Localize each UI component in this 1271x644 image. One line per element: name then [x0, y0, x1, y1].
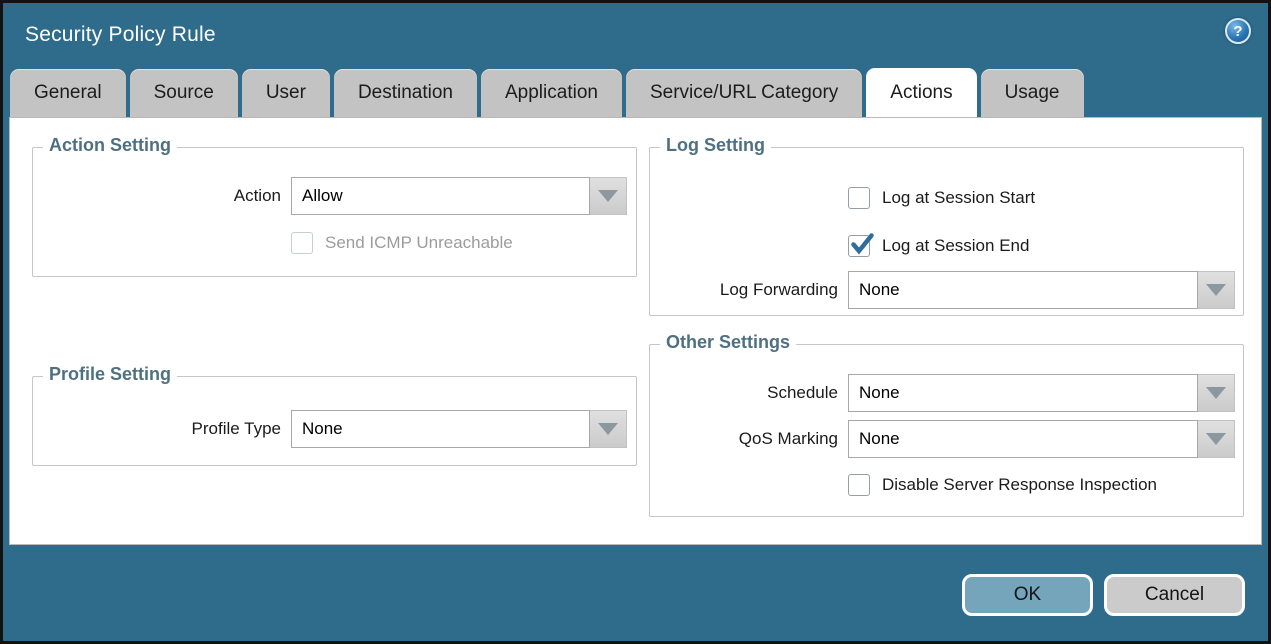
profile-type-dropdown[interactable]: None: [291, 410, 627, 448]
log-at-session-end-checkbox[interactable]: [848, 235, 870, 257]
qos-marking-dropdown[interactable]: None: [848, 420, 1235, 458]
dialog-footer: OK Cancel: [962, 574, 1245, 616]
log-forwarding-label: Log Forwarding: [650, 280, 848, 300]
tab-application[interactable]: Application: [481, 69, 622, 117]
titlebar: Security Policy Rule ?: [3, 3, 1268, 69]
security-policy-rule-dialog: Security Policy Rule ? General Source Us…: [0, 0, 1271, 644]
log-at-session-end-label: Log at Session End: [882, 236, 1029, 256]
disable-server-response-inspection-checkbox[interactable]: [848, 474, 870, 496]
tab-user[interactable]: User: [242, 69, 330, 117]
action-label: Action: [33, 186, 291, 206]
chevron-down-icon: [1206, 433, 1226, 445]
qos-marking-dropdown-button[interactable]: [1198, 420, 1235, 458]
tab-service-url-category[interactable]: Service/URL Category: [626, 69, 862, 117]
other-settings-group: Other Settings Schedule None QoS Marking…: [649, 344, 1244, 517]
cancel-button[interactable]: Cancel: [1104, 574, 1245, 616]
schedule-row: Schedule None: [650, 374, 1235, 412]
tab-destination[interactable]: Destination: [334, 69, 477, 117]
tab-source[interactable]: Source: [130, 69, 238, 117]
disable-server-response-inspection-label: Disable Server Response Inspection: [882, 475, 1157, 495]
profile-setting-group: Profile Setting Profile Type None: [32, 376, 637, 466]
help-icon[interactable]: ?: [1225, 18, 1251, 44]
send-icmp-unreachable-label: Send ICMP Unreachable: [325, 233, 513, 253]
qos-marking-label: QoS Marking: [650, 429, 848, 449]
action-dropdown[interactable]: Allow: [291, 177, 627, 215]
log-at-session-end-row: Log at Session End: [848, 234, 1029, 258]
chevron-down-icon: [1206, 387, 1226, 399]
schedule-dropdown-value: None: [848, 374, 1198, 412]
log-at-session-start-label: Log at Session Start: [882, 188, 1035, 208]
tab-bar: General Source User Destination Applicat…: [10, 69, 1088, 117]
chevron-down-icon: [598, 423, 618, 435]
action-setting-group: Action Setting Action Allow Send ICMP Un…: [32, 147, 637, 277]
log-at-session-start-row: Log at Session Start: [848, 186, 1035, 210]
actions-tab-panel: Action Setting Action Allow Send ICMP Un…: [9, 117, 1262, 545]
profile-setting-legend: Profile Setting: [43, 364, 177, 385]
qos-marking-dropdown-value: None: [848, 420, 1198, 458]
qos-marking-row: QoS Marking None: [650, 420, 1235, 458]
profile-type-label: Profile Type: [33, 419, 291, 439]
send-icmp-unreachable-row: Send ICMP Unreachable: [291, 231, 513, 255]
action-dropdown-button[interactable]: [590, 177, 627, 215]
disable-server-response-inspection-row: Disable Server Response Inspection: [848, 473, 1157, 497]
profile-type-row: Profile Type None: [33, 410, 627, 448]
ok-button[interactable]: OK: [962, 574, 1093, 616]
log-forwarding-dropdown[interactable]: None: [848, 271, 1235, 309]
log-forwarding-dropdown-button[interactable]: [1198, 271, 1235, 309]
log-forwarding-row: Log Forwarding None: [650, 271, 1235, 309]
other-settings-legend: Other Settings: [660, 332, 796, 353]
tab-general[interactable]: General: [10, 69, 126, 117]
schedule-dropdown[interactable]: None: [848, 374, 1235, 412]
chevron-down-icon: [598, 190, 618, 202]
schedule-dropdown-button[interactable]: [1198, 374, 1235, 412]
log-setting-legend: Log Setting: [660, 135, 771, 156]
send-icmp-unreachable-checkbox[interactable]: [291, 232, 313, 254]
dialog-title: Security Policy Rule: [25, 23, 216, 47]
tab-usage[interactable]: Usage: [981, 69, 1084, 117]
log-setting-group: Log Setting Log at Session Start Log at …: [649, 147, 1244, 316]
action-row: Action Allow: [33, 177, 627, 215]
profile-type-dropdown-value: None: [291, 410, 590, 448]
schedule-label: Schedule: [650, 383, 848, 403]
log-at-session-start-checkbox[interactable]: [848, 187, 870, 209]
log-forwarding-dropdown-value: None: [848, 271, 1198, 309]
tab-actions[interactable]: Actions: [866, 68, 976, 117]
action-setting-legend: Action Setting: [43, 135, 177, 156]
check-icon: [850, 232, 874, 256]
action-dropdown-value: Allow: [291, 177, 590, 215]
chevron-down-icon: [1206, 284, 1226, 296]
profile-type-dropdown-button[interactable]: [590, 410, 627, 448]
